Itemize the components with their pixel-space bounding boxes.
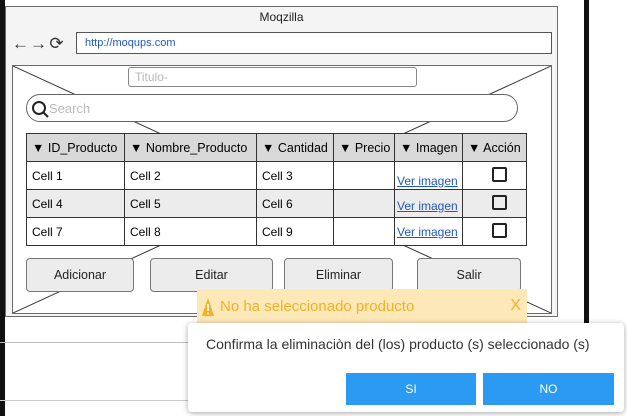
view-image-link[interactable]: Ver imagen (397, 225, 458, 239)
no-button[interactable]: NO (483, 373, 614, 405)
yes-button[interactable]: SI (346, 373, 476, 405)
column-header-accion[interactable]: ▼ Acción (462, 133, 527, 162)
cell-id: Cell 7 (26, 217, 125, 246)
search-placeholder: Search (49, 101, 91, 116)
search-input[interactable]: Search (26, 94, 518, 122)
cell-accion (462, 161, 527, 190)
cell-accion (462, 189, 527, 218)
table-header-row: ▼ ID_Producto ▼ Nombre_Producto ▼ Cantid… (26, 133, 527, 162)
cell-id: Cell 1 (26, 161, 125, 190)
cell-imagen: Ver imagen (394, 161, 463, 190)
cell-nombre: Cell 2 (124, 161, 257, 190)
cell-cantidad: Cell 9 (256, 217, 334, 246)
confirm-dialog: Confirma la eliminaciòn del (los) produc… (188, 323, 624, 412)
add-button[interactable]: Adicionar (26, 258, 134, 292)
address-bar[interactable]: http://moqups.com (76, 32, 552, 54)
table-row: Cell 7 Cell 8 Cell 9 Ver imagen (26, 217, 527, 246)
cell-precio (333, 161, 395, 190)
divider (0, 342, 190, 343)
column-header-cantidad[interactable]: ▼ Cantidad (256, 133, 334, 162)
close-alert-button[interactable]: X (510, 297, 521, 315)
column-header-id[interactable]: ▼ ID_Producto (26, 133, 125, 162)
warning-icon (202, 298, 214, 316)
search-icon (32, 101, 49, 118)
window-title: Moqzilla (259, 10, 304, 24)
view-image-link[interactable]: Ver imagen (397, 174, 458, 188)
cell-nombre: Cell 8 (124, 217, 257, 246)
view-image-link[interactable]: Ver imagen (397, 199, 458, 213)
right-edge-bar (584, 0, 589, 330)
edit-button[interactable]: Editar (150, 258, 273, 292)
cell-id: Cell 4 (26, 189, 125, 218)
forward-arrow-icon[interactable]: → (30, 34, 48, 54)
nav-controls: ←→⟳ (12, 34, 66, 54)
reload-icon[interactable]: ⟳ (48, 34, 66, 54)
title-input[interactable]: Titulo- (128, 67, 417, 87)
cell-precio (333, 189, 395, 218)
table-row: Cell 4 Cell 5 Cell 6 Ver imagen (26, 189, 527, 218)
cell-accion (462, 217, 527, 246)
row-checkbox[interactable] (492, 222, 507, 238)
confirm-message: Confirma la eliminaciòn del (los) produc… (206, 336, 590, 352)
divider (0, 400, 190, 401)
cell-imagen: Ver imagen (394, 217, 463, 246)
cell-nombre: Cell 5 (124, 189, 257, 218)
cell-imagen: Ver imagen (394, 189, 463, 218)
warning-message: No ha seleccionado producto (220, 298, 415, 315)
exit-button[interactable]: Salir (417, 258, 521, 292)
products-table: ▼ ID_Producto ▼ Nombre_Producto ▼ Cantid… (26, 133, 527, 246)
table-row: Cell 1 Cell 2 Cell 3 Ver imagen (26, 161, 527, 190)
delete-button[interactable]: Eliminar (284, 258, 393, 292)
column-header-imagen[interactable]: ▼ Imagen (394, 133, 463, 162)
back-arrow-icon[interactable]: ← (12, 34, 30, 54)
cell-precio (333, 217, 395, 246)
cell-cantidad: Cell 3 (256, 161, 334, 190)
row-checkbox[interactable] (492, 166, 507, 182)
warning-alert: No ha seleccionado producto X (197, 289, 527, 326)
column-header-precio[interactable]: ▼ Precio (333, 133, 395, 162)
column-header-nombre[interactable]: ▼ Nombre_Producto (124, 133, 257, 162)
row-checkbox[interactable] (492, 194, 507, 210)
cell-cantidad: Cell 6 (256, 189, 334, 218)
